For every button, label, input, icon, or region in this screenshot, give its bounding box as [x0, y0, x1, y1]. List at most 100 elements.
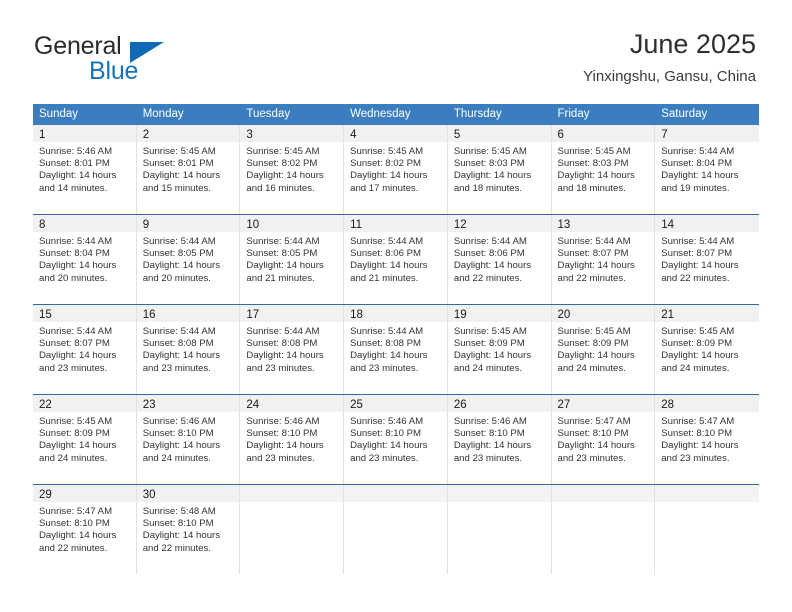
day-number-bar: 4 — [344, 125, 447, 142]
day-details: Sunrise: 5:44 AM Sunset: 8:05 PM Daylight:… — [240, 232, 343, 285]
day-number: 12 — [453, 219, 467, 231]
calendar-day-cell[interactable]: 25 Sunrise: 5:46 AM Sunset: 8:10 PM Dayligh… — [344, 395, 448, 484]
sunset-text: Sunset: 8:07 PM — [557, 248, 629, 260]
sunrise-text: Sunrise: 5:46 AM — [39, 146, 113, 157]
dow-header-tuesday: Tuesday — [246, 108, 291, 120]
brand-name-blue: Blue — [89, 57, 139, 85]
calendar-day-cell[interactable]: 2 Sunrise: 5:45 AM Sunset: 8:01 PM Daylight… — [136, 125, 241, 214]
dow-header-wednesday: Wednesday — [350, 108, 411, 120]
calendar-day-cell[interactable]: 26 Sunrise: 5:46 AM Sunset: 8:10 PM Dayligh… — [447, 395, 552, 484]
calendar-day-cell[interactable]: 5 Sunrise: 5:45 AM Sunset: 8:03 PM Daylight… — [447, 125, 552, 214]
sunset-text: Sunset: 8:05 PM — [142, 248, 214, 260]
daylight-text: Daylight: 14 hours and 23 minutes. — [557, 440, 635, 464]
calendar-day-cell[interactable]: 8 Sunrise: 5:44 AM Sunset: 8:04 PM Daylight… — [33, 215, 137, 304]
sunset-text: Sunset: 8:04 PM — [39, 248, 110, 260]
sunset-text: Sunset: 8:10 PM — [661, 428, 733, 440]
calendar-week-row: 15 Sunrise: 5:44 AM Sunset: 8:07 PM Dayligh… — [33, 304, 759, 394]
calendar-day-cell[interactable]: 20 Sunrise: 5:45 AM Sunset: 8:09 PM Dayligh… — [551, 305, 656, 394]
sunrise-text: Sunrise: 5:47 AM — [661, 416, 735, 427]
day-details: Sunrise: 5:46 AM Sunset: 8:10 PM Daylight:… — [344, 412, 447, 465]
day-details: Sunrise: 5:48 AM Sunset: 8:10 PM Daylight:… — [137, 502, 240, 555]
brand-logo[interactable]: General Blue — [34, 32, 254, 88]
daylight-text: Daylight: 14 hours and 23 minutes. — [661, 440, 739, 464]
sunset-text: Sunset: 8:10 PM — [453, 428, 525, 440]
calendar-day-cell[interactable]: 1 Sunrise: 5:46 AM Sunset: 8:01 PM Daylight… — [33, 125, 137, 214]
calendar-day-cell[interactable]: 24 Sunrise: 5:46 AM Sunset: 8:10 PM Dayligh… — [240, 395, 345, 484]
daylight-text: Daylight: 14 hours and 21 minutes. — [350, 260, 428, 284]
daylight-text: Daylight: 14 hours and 24 minutes. — [661, 350, 739, 374]
sunrise-text: Sunrise: 5:44 AM — [39, 326, 113, 337]
day-number: 11 — [350, 219, 363, 231]
daylight-text: Daylight: 14 hours and 24 minutes. — [557, 350, 635, 374]
sunrise-text: Sunrise: 5:44 AM — [350, 326, 424, 337]
day-number-bar: 23 — [136, 395, 240, 412]
calendar-day-cell-empty — [240, 485, 345, 574]
calendar-day-cell[interactable]: 22 Sunrise: 5:45 AM Sunset: 8:09 PM Dayligh… — [33, 395, 137, 484]
calendar-day-cell[interactable]: 7 Sunrise: 5:44 AM Sunset: 8:04 PM Daylight… — [655, 125, 759, 214]
calendar-day-cell[interactable]: 19 Sunrise: 5:45 AM Sunset: 8:09 PM Dayligh… — [447, 305, 552, 394]
daylight-text: Daylight: 14 hours and 17 minutes. — [350, 170, 428, 194]
sunset-text: Sunset: 8:02 PM — [246, 158, 318, 170]
calendar-day-cell[interactable]: 17 Sunrise: 5:44 AM Sunset: 8:08 PM Dayligh… — [240, 305, 345, 394]
sunrise-text: Sunrise: 5:44 AM — [661, 146, 735, 157]
day-number: 18 — [350, 309, 363, 321]
calendar-day-cell[interactable]: 4 Sunrise: 5:45 AM Sunset: 8:02 PM Daylight… — [344, 125, 448, 214]
day-details: Sunrise: 5:44 AM Sunset: 8:08 PM Daylight:… — [137, 322, 240, 375]
day-number-bar: 20 — [551, 305, 655, 322]
calendar-day-cell[interactable]: 23 Sunrise: 5:46 AM Sunset: 8:10 PM Dayligh… — [136, 395, 241, 484]
day-details: Sunrise: 5:47 AM Sunset: 8:10 PM Daylight:… — [552, 412, 655, 465]
daylight-text: Daylight: 14 hours and 23 minutes. — [39, 350, 117, 374]
calendar-day-cell[interactable]: 9 Sunrise: 5:44 AM Sunset: 8:05 PM Daylight… — [136, 215, 241, 304]
dow-header-saturday: Saturday — [661, 108, 708, 120]
day-number-bar: 21 — [655, 305, 759, 322]
day-details: Sunrise: 5:45 AM Sunset: 8:02 PM Daylight:… — [240, 142, 343, 195]
calendar-weeks: 1 Sunrise: 5:46 AM Sunset: 8:01 PM Daylight… — [33, 125, 759, 574]
calendar-day-cell[interactable]: 14 Sunrise: 5:44 AM Sunset: 8:07 PM Dayligh… — [655, 215, 759, 304]
day-number: 13 — [557, 219, 571, 231]
calendar-day-cell[interactable]: 21 Sunrise: 5:45 AM Sunset: 8:09 PM Dayligh… — [655, 305, 759, 394]
daylight-text: Daylight: 14 hours and 24 minutes. — [142, 440, 221, 464]
sunset-text: Sunset: 8:05 PM — [246, 248, 318, 260]
day-number-bar: 25 — [344, 395, 447, 412]
calendar-day-cell[interactable]: 18 Sunrise: 5:44 AM Sunset: 8:08 PM Dayligh… — [344, 305, 448, 394]
calendar-day-cell[interactable]: 13 Sunrise: 5:44 AM Sunset: 8:07 PM Dayligh… — [551, 215, 656, 304]
day-number-bar: 27 — [551, 395, 655, 412]
calendar-day-cell[interactable]: 27 Sunrise: 5:47 AM Sunset: 8:10 PM Dayligh… — [551, 395, 656, 484]
calendar-week-row: 29 Sunrise: 5:47 AM Sunset: 8:10 PM Dayligh… — [33, 484, 759, 574]
daylight-text: Daylight: 14 hours and 22 minutes. — [453, 260, 532, 284]
daylight-text: Daylight: 14 hours and 23 minutes. — [350, 350, 428, 374]
sunrise-text: Sunrise: 5:44 AM — [142, 236, 216, 247]
day-details: Sunrise: 5:44 AM Sunset: 8:04 PM Daylight:… — [33, 232, 136, 285]
day-number: 5 — [453, 129, 461, 141]
sunrise-text: Sunrise: 5:48 AM — [142, 506, 216, 517]
sunrise-text: Sunrise: 5:45 AM — [142, 146, 216, 157]
day-number-bar: 9 — [136, 215, 240, 232]
calendar-day-cell[interactable]: 15 Sunrise: 5:44 AM Sunset: 8:07 PM Dayligh… — [33, 305, 137, 394]
day-number-bar — [240, 485, 344, 502]
calendar-day-cell[interactable]: 3 Sunrise: 5:45 AM Sunset: 8:02 PM Daylight… — [240, 125, 345, 214]
day-number: 23 — [142, 399, 156, 411]
calendar-day-cell[interactable]: 16 Sunrise: 5:44 AM Sunset: 8:08 PM Dayligh… — [136, 305, 241, 394]
calendar-day-cell[interactable]: 11 Sunrise: 5:44 AM Sunset: 8:06 PM Dayligh… — [344, 215, 448, 304]
sunset-text: Sunset: 8:01 PM — [142, 158, 214, 170]
sunrise-text: Sunrise: 5:44 AM — [453, 236, 527, 247]
calendar-day-cell[interactable]: 6 Sunrise: 5:45 AM Sunset: 8:03 PM Daylight… — [551, 125, 656, 214]
calendar-day-cell[interactable]: 10 Sunrise: 5:44 AM Sunset: 8:05 PM Dayligh… — [240, 215, 345, 304]
sunrise-text: Sunrise: 5:47 AM — [39, 506, 113, 517]
calendar-day-cell[interactable]: 28 Sunrise: 5:47 AM Sunset: 8:10 PM Dayligh… — [655, 395, 759, 484]
sunrise-text: Sunrise: 5:45 AM — [350, 146, 424, 157]
calendar-day-cell[interactable]: 29 Sunrise: 5:47 AM Sunset: 8:10 PM Dayligh… — [33, 485, 137, 574]
day-details: Sunrise: 5:45 AM Sunset: 8:03 PM Daylight:… — [552, 142, 655, 195]
calendar-day-cell[interactable]: 30 Sunrise: 5:48 AM Sunset: 8:10 PM Dayligh… — [136, 485, 241, 574]
sunrise-text: Sunrise: 5:44 AM — [350, 236, 424, 247]
daylight-text: Daylight: 14 hours and 22 minutes. — [39, 530, 117, 554]
sunrise-text: Sunrise: 5:44 AM — [39, 236, 113, 247]
calendar-day-cell[interactable]: 12 Sunrise: 5:44 AM Sunset: 8:06 PM Dayligh… — [447, 215, 552, 304]
sunrise-text: Sunrise: 5:46 AM — [453, 416, 527, 427]
day-number: 1 — [39, 129, 46, 141]
day-number-bar — [344, 485, 447, 502]
day-number: 7 — [661, 129, 668, 141]
sunset-text: Sunset: 8:08 PM — [246, 338, 318, 350]
day-number-bar: 26 — [447, 395, 551, 412]
sunrise-text: Sunrise: 5:44 AM — [246, 326, 320, 337]
